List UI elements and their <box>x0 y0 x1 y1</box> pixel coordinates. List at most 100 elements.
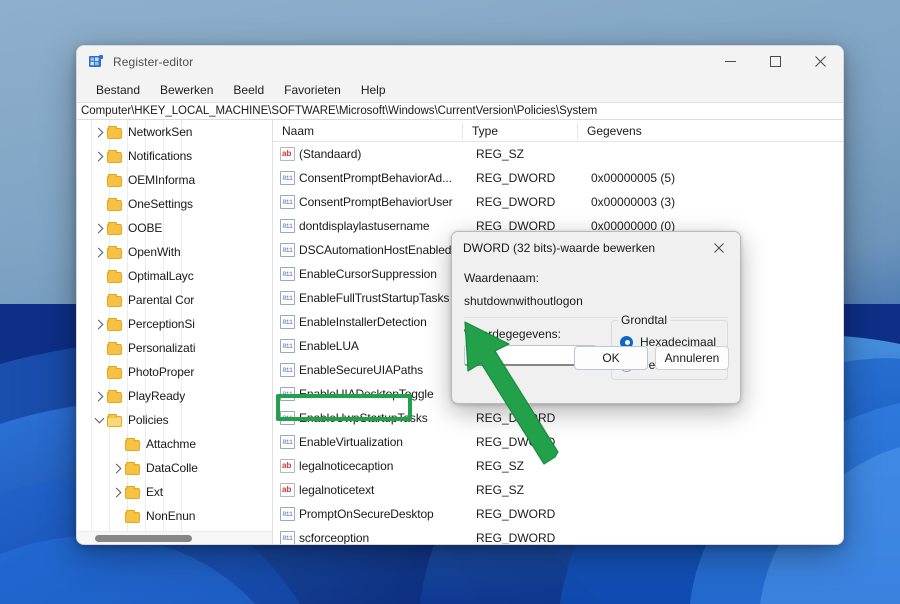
tree-node-spacer <box>109 432 125 456</box>
tree-horizontal-scrollbar[interactable] <box>77 531 272 544</box>
tree-node[interactable]: NetworkSen <box>77 120 272 144</box>
value-name: EnableFullTrustStartupTasks <box>299 291 467 305</box>
value-row[interactable]: scforceoptionREG_DWORD <box>273 526 843 544</box>
dword-value-icon <box>280 363 295 377</box>
dialog-close-button[interactable] <box>698 232 740 263</box>
tree-node[interactable]: Parental Cor <box>77 288 272 312</box>
folder-icon <box>107 126 123 139</box>
value-row[interactable]: legalnoticecaptionREG_SZ <box>273 454 843 478</box>
chevron-right-icon[interactable] <box>109 480 125 504</box>
chevron-right-icon[interactable] <box>91 144 107 168</box>
value-row[interactable]: EnableVirtualizationREG_DWORD <box>273 430 843 454</box>
window-title: Register-editor <box>113 55 193 69</box>
value-name: PromptOnSecureDesktop <box>299 507 467 521</box>
value-row[interactable]: legalnoticetextREG_SZ <box>273 478 843 502</box>
address-bar[interactable]: Computer\HKEY_LOCAL_MACHINE\SOFTWARE\Mic… <box>77 102 843 120</box>
minimize-button[interactable] <box>708 46 753 77</box>
value-name: EnableSecureUIAPaths <box>299 363 467 377</box>
chevron-right-icon[interactable] <box>91 384 107 408</box>
tree-node[interactable]: PhotoProper <box>77 360 272 384</box>
chevron-right-icon[interactable] <box>91 216 107 240</box>
tree-node-spacer <box>91 264 107 288</box>
value-name: EnableInstallerDetection <box>299 315 467 329</box>
tree-node[interactable]: OneSettings <box>77 192 272 216</box>
tree-node[interactable]: DataColle <box>77 456 272 480</box>
value-type: REG_DWORD <box>467 411 582 425</box>
tree-node[interactable]: PerceptionSi <box>77 312 272 336</box>
chevron-right-icon[interactable] <box>91 312 107 336</box>
tree-node-spacer <box>91 360 107 384</box>
value-data: 0x00000003 (3) <box>582 195 843 209</box>
value-type: REG_SZ <box>467 459 582 473</box>
tree-node-label: PhotoProper <box>128 365 194 379</box>
menu-bestand[interactable]: Bestand <box>87 81 149 99</box>
dword-value-icon <box>280 219 295 233</box>
tree-node[interactable]: OEMInforma <box>77 168 272 192</box>
value-row[interactable]: PromptOnSecureDesktopREG_DWORD <box>273 502 843 526</box>
maximize-button[interactable] <box>753 46 798 77</box>
tree-node-spacer <box>91 336 107 360</box>
value-type: REG_DWORD <box>467 435 582 449</box>
value-name: ConsentPromptBehaviorUser <box>299 195 467 209</box>
chevron-right-icon[interactable] <box>109 456 125 480</box>
folder-icon <box>107 342 123 355</box>
menu-help[interactable]: Help <box>352 81 395 99</box>
tree-node-label: OpenWith <box>128 245 181 259</box>
menu-bar: Bestand Bewerken Beeld Favorieten Help <box>77 77 843 102</box>
value-name-field[interactable]: shutdownwithoutlogon <box>464 294 728 308</box>
value-name: (Standaard) <box>299 147 467 161</box>
dword-value-icon <box>280 387 295 401</box>
ok-button[interactable]: OK <box>574 346 648 370</box>
dword-value-icon <box>280 291 295 305</box>
tree-node[interactable]: Ext <box>77 480 272 504</box>
menu-beeld[interactable]: Beeld <box>224 81 273 99</box>
folder-icon <box>125 462 141 475</box>
tree-scrollbar-thumb[interactable] <box>95 535 192 542</box>
value-type: REG_SZ <box>467 483 582 497</box>
value-type: REG_DWORD <box>467 531 582 544</box>
menu-favorieten[interactable]: Favorieten <box>275 81 350 99</box>
folder-icon <box>107 246 123 259</box>
tree-node[interactable]: OOBE <box>77 216 272 240</box>
chevron-right-icon[interactable] <box>91 240 107 264</box>
tree-node-label: DataColle <box>146 461 198 475</box>
value-row[interactable]: ConsentPromptBehaviorUserREG_DWORD0x0000… <box>273 190 843 214</box>
column-header-type[interactable]: Type <box>463 120 578 142</box>
value-row[interactable]: ConsentPromptBehaviorAd...REG_DWORD0x000… <box>273 166 843 190</box>
tree-node[interactable]: NonEnun <box>77 504 272 528</box>
registry-tree-pane[interactable]: NetworkSenNotificationsOEMInformaOneSett… <box>77 120 273 544</box>
tree-node[interactable]: OptimalLayc <box>77 264 272 288</box>
value-row[interactable]: (Standaard)REG_SZ <box>273 142 843 166</box>
dword-value-icon <box>280 339 295 353</box>
title-bar[interactable]: Register-editor <box>77 46 843 77</box>
close-button[interactable] <box>798 46 843 77</box>
chevron-down-icon[interactable] <box>91 408 107 432</box>
tree-node-label: Personalizati <box>128 341 195 355</box>
tree-node[interactable]: Notifications <box>77 144 272 168</box>
value-data: 0x00000005 (5) <box>582 171 843 185</box>
value-name: DSCAutomationHostEnabled <box>299 243 467 257</box>
tree-node[interactable]: OpenWith <box>77 240 272 264</box>
registry-path: Computer\HKEY_LOCAL_MACHINE\SOFTWARE\Mic… <box>81 105 597 117</box>
column-header-naam[interactable]: Naam <box>273 120 463 142</box>
value-row[interactable]: EnableUwpStartupTasksREG_DWORD <box>273 406 843 430</box>
chevron-right-icon[interactable] <box>91 120 107 144</box>
value-name: EnableCursorSuppression <box>299 267 467 281</box>
menu-bewerken[interactable]: Bewerken <box>151 81 222 99</box>
value-name: EnableUIADesktopToggle <box>299 387 467 401</box>
dword-value-icon <box>280 435 295 449</box>
string-value-icon <box>280 147 295 161</box>
tree-node-spacer <box>91 288 107 312</box>
dialog-title-bar[interactable]: DWORD (32 bits)-waarde bewerken <box>452 232 740 263</box>
tree-node[interactable]: Attachme <box>77 432 272 456</box>
tree-node[interactable]: Personalizati <box>77 336 272 360</box>
cancel-button[interactable]: Annuleren <box>655 346 729 370</box>
value-name: scforceoption <box>299 531 467 544</box>
value-data-text: 0 <box>469 348 476 362</box>
tree-node-label: NonEnun <box>146 509 195 523</box>
tree-node[interactable]: PlayReady <box>77 384 272 408</box>
window-controls <box>708 46 843 77</box>
tree-node[interactable]: Policies <box>77 408 272 432</box>
column-header-gegevens[interactable]: Gegevens <box>578 120 843 142</box>
value-type: REG_SZ <box>467 147 582 161</box>
